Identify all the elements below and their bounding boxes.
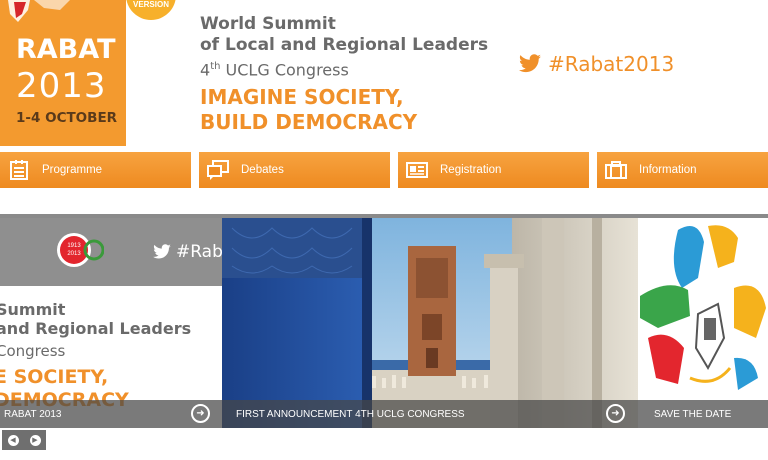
- logo-dates: 1-4 OCTOBER: [16, 110, 118, 126]
- twitter-hashtag-link[interactable]: #Rabat2013: [518, 52, 674, 76]
- centenary-year-end: 2013: [67, 251, 81, 257]
- logo-art-icon: [8, 0, 70, 22]
- nav-programme[interactable]: Programme: [0, 152, 191, 188]
- news-slider: 1913 2013 #Rab Summit and Regional Leade…: [0, 218, 768, 428]
- nav-information-label: Information: [639, 164, 697, 176]
- congress-name: UCLG Congress: [220, 60, 349, 80]
- slogan: IMAGINE SOCIETY, BUILD DEMOCRACY: [200, 85, 488, 135]
- calendar-list-icon: [8, 159, 30, 181]
- id-card-icon: [406, 159, 428, 181]
- summit-title-block: World Summit of Local and Regional Leade…: [200, 14, 488, 135]
- main-nav: Programme Debates Registration Informati…: [0, 152, 768, 188]
- nav-programme-label: Programme: [42, 164, 103, 176]
- slide1-twitter-tag: #Rab: [176, 242, 222, 262]
- slogan-line-1: IMAGINE SOCIETY,: [200, 85, 404, 110]
- slide1-slogan-line-1: E SOCIETY,: [0, 366, 109, 388]
- version-badge[interactable]: VERSION: [126, 0, 176, 20]
- slide-save-the-date[interactable]: SAVE THE DATE: [638, 218, 768, 428]
- rabat-2013-logo[interactable]: RABAT 2013 1-4 OCTOBER: [0, 0, 126, 146]
- slide1-title-line-2: and Regional Leaders: [0, 319, 192, 338]
- africa-map-logo: [640, 225, 766, 390]
- site-header: RABAT 2013 1-4 OCTOBER VERSION World Sum…: [0, 0, 768, 146]
- slide1-subtitle: Congress: [0, 342, 66, 360]
- slide1-title: Summit and Regional Leaders: [0, 300, 191, 338]
- slide1-twitter: #Rab: [152, 242, 222, 262]
- nav-information[interactable]: Information: [597, 152, 768, 188]
- slide2-caption: FIRST ANNOUNCEMENT 4TH UCLG CONGRESS: [236, 408, 465, 420]
- briefcase-icon: [605, 159, 627, 181]
- title-line-2: of Local and Regional Leaders: [200, 35, 489, 55]
- slider-prev-button[interactable]: ◀: [2, 430, 24, 450]
- slide2-caption-bar: FIRST ANNOUNCEMENT 4TH UCLG CONGRESS ➜: [222, 400, 638, 428]
- twitter-hashtag: #Rabat2013: [548, 52, 675, 76]
- slide3-caption: SAVE THE DATE: [654, 408, 732, 420]
- nav-registration-label: Registration: [440, 164, 502, 176]
- slide1-caption-bar: RABAT 2013 ➜: [0, 400, 222, 428]
- nav-debates[interactable]: Debates: [199, 152, 390, 188]
- slide1-title-line-1: Summit: [0, 300, 66, 319]
- slide-first-announcement[interactable]: FIRST ANNOUNCEMENT 4TH UCLG CONGRESS ➜: [222, 218, 638, 428]
- congress-ordinal: th: [210, 61, 221, 72]
- centenary-year-start: 1913: [67, 243, 81, 249]
- title-line-1: World Summit: [200, 14, 336, 34]
- arrow-right-icon[interactable]: ➜: [191, 404, 210, 423]
- twitter-bird-icon: [153, 244, 171, 259]
- congress-subtitle: 4th UCLG Congress: [200, 56, 488, 81]
- twitter-bird-icon: [519, 54, 541, 73]
- slide-rabat-2013[interactable]: 1913 2013 #Rab Summit and Regional Leade…: [0, 218, 222, 428]
- nav-debates-label: Debates: [241, 164, 284, 176]
- slide1-caption: RABAT 2013: [4, 408, 62, 420]
- hassan-tower-photo: [222, 218, 638, 428]
- arrow-right-icon[interactable]: ➜: [606, 404, 625, 423]
- logo-city: RABAT: [16, 34, 116, 65]
- slogan-line-2: BUILD DEMOCRACY: [200, 110, 418, 135]
- nav-registration[interactable]: Registration: [398, 152, 589, 188]
- logo-year: 2013: [16, 66, 107, 106]
- slide3-caption-bar: SAVE THE DATE: [638, 400, 768, 428]
- speech-bubbles-icon: [207, 159, 229, 181]
- next-arrow-icon: ▶: [29, 434, 41, 446]
- prev-arrow-icon: ◀: [7, 434, 19, 446]
- centenary-logo: 1913 2013: [57, 233, 104, 267]
- slider-next-button[interactable]: ▶: [24, 430, 46, 450]
- congress-number: 4: [200, 60, 211, 80]
